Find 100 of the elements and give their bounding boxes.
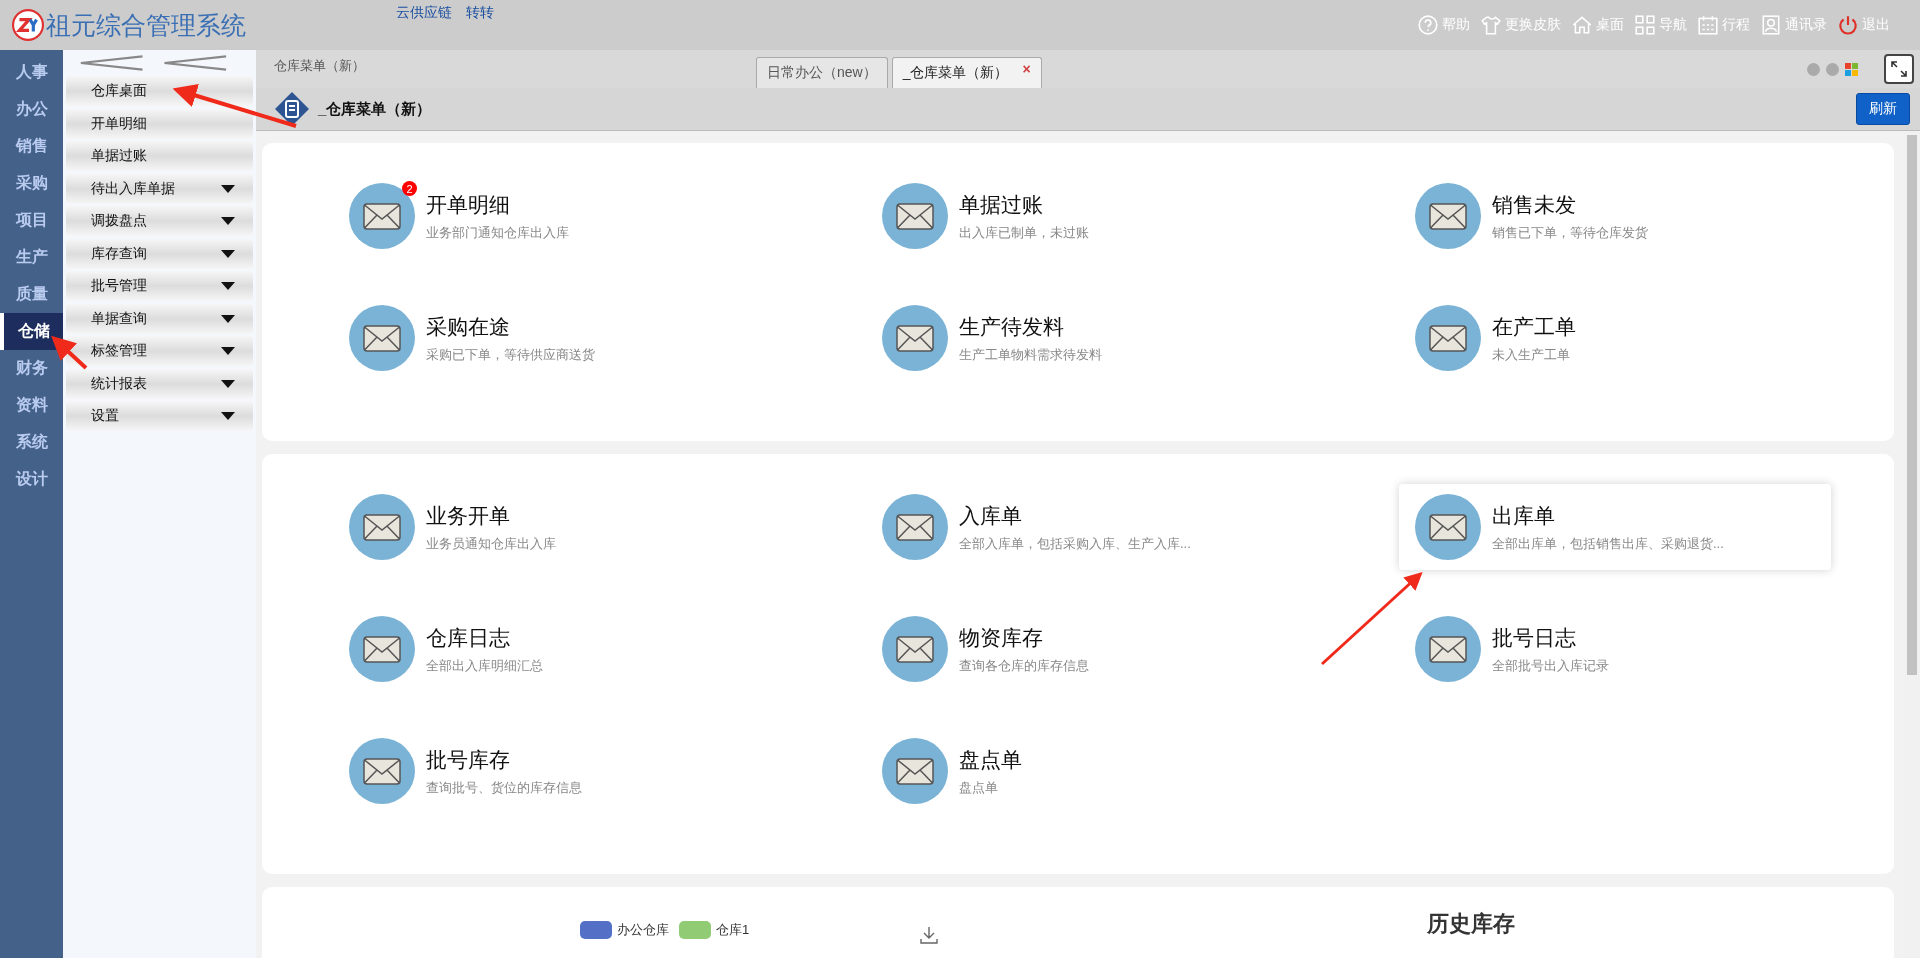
shirt-icon	[1480, 14, 1502, 36]
chart-title: 历史库存	[1427, 910, 1515, 938]
envelope-icon	[882, 616, 948, 682]
help-icon	[1417, 14, 1439, 36]
module-item[interactable]: 项目	[0, 202, 63, 239]
envelope-icon	[349, 494, 415, 560]
tile-description: 全部批号出入库记录	[1492, 656, 1609, 675]
tile-title: 业务开单	[426, 502, 511, 529]
tile-title: 销售未发	[1492, 191, 1577, 218]
menu-tile[interactable]: 销售未发 销售已下单，等待仓库发货	[1399, 173, 1831, 259]
caret-icon	[221, 412, 235, 420]
tile-title: 开单明细	[426, 191, 511, 218]
module-item[interactable]: 资料	[0, 387, 63, 424]
sidebar-item[interactable]: 库存查询	[66, 238, 253, 269]
tab[interactable]: 日常办公（new）	[756, 57, 888, 88]
fullscreen-button[interactable]	[1884, 54, 1914, 84]
tile-title: 仓库日志	[426, 624, 511, 651]
sidebar-item[interactable]: 待出入库单据	[66, 173, 253, 204]
menu-tile[interactable]: 批号日志 全部批号出入库记录	[1399, 606, 1831, 692]
module-item[interactable]: 办公	[0, 91, 63, 128]
envelope-icon	[882, 305, 948, 371]
sidebar-item[interactable]: 仓库桌面	[66, 76, 253, 106]
top-link[interactable]: 云供应链	[396, 4, 452, 22]
envelope-icon	[882, 183, 948, 249]
page-title: _仓库菜单（新）	[318, 99, 432, 119]
caret-icon	[221, 347, 235, 355]
envelope-icon	[349, 183, 415, 249]
tile-description: 出入库已制单，未过账	[959, 223, 1089, 242]
tile-description: 查询各仓库的库存信息	[959, 656, 1089, 675]
logo-icon	[12, 9, 44, 41]
menu-tile[interactable]: 在产工单 未入生产工单	[1399, 295, 1831, 381]
envelope-icon	[1415, 183, 1481, 249]
download-icon[interactable]	[919, 925, 940, 945]
contact-icon	[1760, 14, 1782, 36]
menu-tile[interactable]: 入库单 全部入库单，包括采购入库、生产入库...	[866, 484, 1298, 570]
menu-tile[interactable]: 出库单 全部出库单，包括销售出库、采购退货...	[1399, 484, 1831, 570]
module-item[interactable]: 采购	[0, 165, 63, 202]
scroll-right-icon[interactable]	[1826, 62, 1839, 76]
scrollbar-thumb[interactable]	[1907, 135, 1917, 675]
tile-description: 业务部门通知仓库出入库	[426, 223, 569, 242]
power-icon	[1837, 14, 1859, 36]
sidebar-item[interactable]: 开单明细	[66, 108, 253, 139]
tile-description: 全部出库单，包括销售出库、采购退货...	[1492, 534, 1724, 553]
sidebar-item[interactable]: 单据查询	[66, 303, 253, 334]
tile-title: 批号库存	[426, 746, 511, 773]
sidebar-item[interactable]: 批号管理	[66, 271, 253, 301]
module-item[interactable]: 质量	[0, 276, 63, 313]
menu-tile[interactable]: 仓库日志 全部出入库明细汇总	[333, 606, 765, 692]
sidebar-item[interactable]: 统计报表	[66, 368, 253, 399]
breadcrumb: 仓库菜单（新）	[274, 57, 365, 75]
module-item[interactable]: 系统	[0, 424, 63, 461]
module-item[interactable]: 销售	[0, 128, 63, 165]
module-item[interactable]: 财务	[0, 350, 63, 387]
tab[interactable]: _仓库菜单（新） ×	[891, 57, 1042, 88]
module-item[interactable]: 仓储	[0, 313, 63, 350]
tile-description: 生产工单物料需求待发料	[959, 345, 1102, 364]
sidebar-item[interactable]: 设置	[66, 401, 253, 431]
envelope-icon	[349, 305, 415, 371]
legend-label: 仓库1	[716, 921, 750, 939]
windows-icon[interactable]	[1845, 62, 1858, 76]
menu-tile[interactable]: 物资库存 查询各仓库的库存信息	[866, 606, 1298, 692]
tile-description: 业务员通知仓库出入库	[426, 534, 556, 553]
calendar-icon	[1697, 14, 1719, 36]
scroll-left-icon[interactable]	[1807, 62, 1820, 76]
tile-title: 入库单	[959, 502, 1023, 529]
module-item[interactable]: 生产	[0, 239, 63, 276]
top-link[interactable]: 转转	[466, 4, 494, 22]
menu-tile[interactable]: 批号库存 查询批号、货位的库存信息	[333, 728, 765, 814]
annotation-arrow	[51, 335, 88, 370]
tile-description: 盘点单	[959, 778, 999, 797]
refresh-button[interactable]: 刷新	[1856, 93, 1910, 125]
menu-tile[interactable]: 单据过账 出入库已制单，未过账	[866, 173, 1298, 259]
grid-icon	[1634, 14, 1656, 36]
sidebar-item[interactable]: 单据过账	[66, 141, 253, 171]
tile-description: 销售已下单，等待仓库发货	[1492, 223, 1648, 242]
tile-title: 批号日志	[1492, 624, 1577, 651]
menu-tile[interactable]: 盘点单 盘点单	[866, 728, 1298, 814]
envelope-icon	[1415, 616, 1481, 682]
tile-description: 全部入库单，包括采购入库、生产入库...	[959, 534, 1191, 553]
count-badge: 2	[402, 181, 417, 196]
caret-icon	[221, 314, 235, 323]
close-icon[interactable]: ×	[1022, 61, 1031, 77]
menu-tile[interactable]: 业务开单 业务员通知仓库出入库	[333, 484, 765, 570]
expand-icon	[1889, 59, 1909, 79]
caret-icon	[221, 282, 235, 290]
sidebar-item[interactable]: 标签管理	[66, 336, 253, 366]
caret-icon	[221, 379, 235, 388]
menu-tile[interactable]: 采购在途 采购已下单，等待供应商送货	[333, 295, 765, 381]
module-item[interactable]: 设计	[0, 461, 63, 498]
tile-title: 在产工单	[1492, 313, 1576, 340]
tile-description: 查询批号、货位的库存信息	[426, 778, 582, 797]
tile-title: 采购在途	[426, 313, 511, 340]
caret-icon	[221, 249, 235, 258]
envelope-icon	[882, 738, 948, 804]
sidebar-item[interactable]: 调拨盘点	[66, 206, 253, 236]
caret-icon	[221, 184, 235, 193]
menu-tile[interactable]: 2 开单明细 业务部门通知仓库出入库	[333, 173, 765, 259]
menu-tile[interactable]: 生产待发料 生产工单物料需求待发料	[866, 295, 1298, 381]
module-item[interactable]: 人事	[0, 54, 63, 91]
home-icon	[1571, 14, 1593, 36]
